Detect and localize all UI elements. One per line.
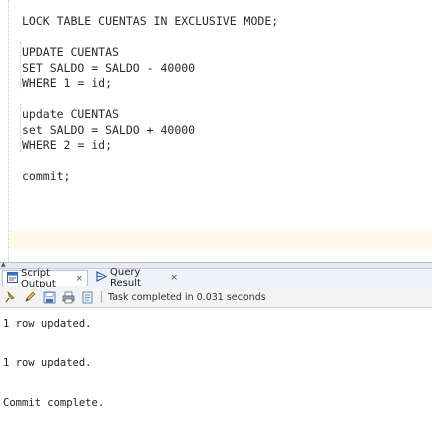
status-message: Task completed in 0.031 seconds	[108, 291, 266, 303]
print-icon[interactable]	[60, 289, 76, 305]
code-line: commit;	[22, 169, 71, 183]
code-line: update CUENTAS	[22, 107, 119, 121]
script-output-area[interactable]: 1 row updated. 1 row updated. Commit com…	[0, 308, 432, 427]
editor-gutter	[8, 0, 10, 262]
code-area[interactable]: LOCK TABLE CUENTAS IN EXCLUSIVE MODE; UP…	[22, 14, 432, 185]
pencil-icon[interactable]	[22, 289, 38, 305]
output-toolbar: Task completed in 0.031 seconds	[0, 287, 432, 308]
pin-icon[interactable]	[3, 289, 19, 305]
code-line: set SALDO = SALDO + 40000	[22, 122, 196, 137]
clear-icon[interactable]	[79, 289, 95, 305]
tab-label: Query Result	[110, 267, 141, 289]
output-line: 1 row updated.	[3, 357, 92, 369]
tab-script-output[interactable]: Script Output ×	[2, 268, 88, 290]
output-line: Commit complete.	[3, 397, 105, 409]
code-line: SET SALDO = SALDO - 40000	[22, 60, 196, 75]
collapse-arrow-icon[interactable]: ▲	[1, 262, 6, 268]
sql-editor[interactable]: LOCK TABLE CUENTAS IN EXCLUSIVE MODE; UP…	[0, 0, 432, 262]
close-icon[interactable]: ×	[75, 274, 83, 284]
code-line: UPDATE CUENTAS	[22, 45, 119, 59]
output-line: 1 row updated.	[3, 318, 92, 330]
current-line-highlight	[9, 231, 432, 249]
code-line: WHERE 2 = id;	[22, 138, 113, 152]
code-line: LOCK TABLE CUENTAS IN EXCLUSIVE MODE;	[22, 14, 279, 28]
save-icon[interactable]	[41, 289, 57, 305]
code-line: WHERE 1 = id;	[22, 76, 113, 90]
toolbar-separator	[101, 291, 102, 303]
output-tabs: Script Output × Query Result ×	[0, 267, 432, 290]
tab-query-result[interactable]: Query Result ×	[92, 267, 182, 289]
query-result-icon	[96, 271, 108, 285]
close-icon[interactable]: ×	[170, 273, 178, 283]
script-output-icon	[7, 271, 18, 286]
